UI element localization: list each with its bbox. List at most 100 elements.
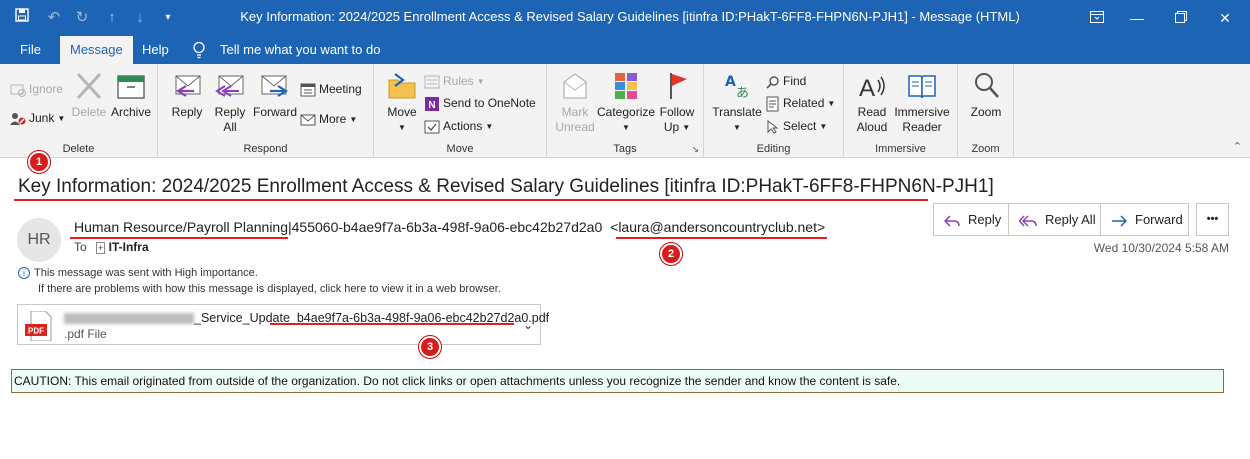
sender-line: Human Resource/Payroll Planning|455060-b… [74, 219, 825, 235]
ignore-button[interactable]: Ignore [10, 80, 63, 98]
ribbon-display-options-icon[interactable] [1080, 4, 1114, 32]
junk-button[interactable]: Junk ▼ [10, 109, 65, 127]
delete-button[interactable]: Delete [70, 70, 108, 120]
tab-help[interactable]: Help [132, 36, 179, 64]
undo-icon[interactable]: ↶ [44, 7, 64, 29]
tab-file[interactable]: File [10, 36, 51, 64]
customize-quick-access-icon[interactable]: ▾ [160, 7, 176, 29]
reply-arrow-icon [943, 215, 960, 227]
select-button[interactable]: Select ▼ [766, 117, 827, 135]
tags-group-label: Tags [613, 143, 637, 155]
tags-dialog-launcher-icon[interactable]: ↘ [691, 144, 699, 155]
sender-email[interactable]: <laura@andersoncountryclub.net> [610, 219, 825, 235]
more-actions-button[interactable]: ••• [1196, 203, 1229, 236]
translate-label: Translate [712, 105, 762, 119]
archive-icon [117, 75, 145, 99]
message-subject: Key Information: 2024/2025 Enrollment Ac… [18, 176, 994, 197]
reply-all-icon [215, 75, 244, 97]
categorize-button[interactable]: Categorize ▼ [597, 70, 655, 135]
annotation-badge-1: 1 [28, 151, 50, 173]
mark-unread-button[interactable]: Mark Unread [555, 70, 595, 135]
select-label: Select [783, 119, 817, 133]
flag-icon [670, 73, 687, 99]
mark-unread-label-2: Unread [555, 120, 595, 134]
to-label: To [74, 240, 87, 254]
mark-unread-label-1: Mark [561, 105, 589, 119]
immersive-reader-button[interactable]: Immersive Reader [892, 70, 952, 135]
minimize-icon[interactable]: — [1120, 4, 1154, 32]
respond-group-label: Respond [243, 143, 288, 155]
onenote-label: Send to OneNote [443, 96, 536, 110]
immersive-reader-icon [908, 75, 936, 99]
redo-icon[interactable]: ↻ [72, 7, 92, 29]
forward-button[interactable]: Forward [1100, 203, 1189, 236]
ribbon-tabs: File Message Help Tell me what you want … [0, 36, 1250, 65]
move-button[interactable]: Move ▼ [382, 70, 422, 135]
view-in-browser-info[interactable]: If there are problems with how this mess… [38, 283, 501, 295]
reply-all-arrow-icon [1018, 215, 1037, 227]
find-button[interactable]: Find [766, 72, 806, 90]
reply-ribbon-button[interactable]: Reply [168, 70, 206, 120]
translate-button[interactable]: Aあ Translate ▼ [710, 70, 764, 135]
annotation-underline-sender-email [616, 237, 827, 239]
meeting-button[interactable]: Meeting [300, 80, 362, 98]
zoom-group: Zoom Zoom [958, 64, 1014, 158]
editing-group: Aあ Translate ▼ Find Related ▼ Select ▼ Edit… [704, 64, 844, 158]
delete-label: Delete [71, 105, 107, 119]
related-button[interactable]: Related ▼ [766, 94, 835, 112]
reply-icon [175, 75, 201, 97]
read-aloud-label-2: Aloud [856, 120, 888, 134]
message-date: Wed 10/30/2024 5:58 AM [1093, 241, 1229, 255]
categorize-icon [615, 73, 637, 99]
previous-item-icon[interactable]: ↑ [102, 7, 122, 29]
annotation-badge-2: 2 [660, 243, 682, 265]
delete-group-label: Delete [62, 143, 95, 155]
pdf-file-icon: PDF [25, 311, 52, 341]
zoom-button[interactable]: Zoom [964, 70, 1008, 120]
junk-icon [10, 112, 26, 125]
send-to-onenote-button[interactable]: N Send to OneNote [424, 94, 536, 112]
to-line: To + IT-Infra [74, 240, 149, 254]
rules-button[interactable]: Rules ▼ [424, 72, 485, 90]
tell-me-search[interactable]: Tell me what you want to do [210, 36, 390, 64]
archive-button[interactable]: Archive [110, 70, 152, 120]
close-icon[interactable]: ✕ [1208, 4, 1242, 32]
attachment-menu-chevron-icon[interactable]: ⌄ [523, 318, 533, 332]
more-respond-button[interactable]: More ▼ [300, 110, 357, 128]
annotation-underline-attachment [270, 323, 514, 325]
reply-all-ribbon-label-1: Reply [214, 105, 246, 119]
delete-group: Ignore Junk ▼ Delete Archive Delete [0, 64, 158, 158]
avatar: HR [17, 218, 61, 262]
delete-x-icon [76, 72, 102, 100]
tab-message[interactable]: Message [60, 36, 133, 65]
next-item-icon[interactable]: ↓ [130, 7, 150, 29]
move-label: Move [387, 105, 417, 119]
collapse-ribbon-icon[interactable]: ⌃ [1233, 140, 1242, 153]
forward-ribbon-button[interactable]: Forward [252, 70, 298, 120]
lightbulb-icon [193, 41, 205, 59]
sender-name[interactable]: Human Resource/Payroll Planning [74, 219, 288, 235]
expand-recipient-icon[interactable]: + [96, 242, 106, 254]
attachment-name-redacted [64, 313, 194, 325]
reply-all-ribbon-button[interactable]: Reply All [212, 70, 248, 135]
meeting-icon [300, 83, 316, 97]
more-respond-label: More [319, 112, 347, 126]
svg-text:A: A [859, 75, 875, 102]
more-respond-icon [300, 114, 316, 126]
forward-icon [261, 75, 289, 97]
sender-suffix: |455060-b4ae9f7a-6b3a-498f-9a06-ebc42b27… [288, 219, 603, 235]
restore-icon[interactable] [1164, 4, 1198, 32]
follow-up-label-1: Follow [659, 105, 695, 119]
actions-button[interactable]: Actions ▼ [424, 117, 493, 135]
annotation-underline-subject [14, 199, 928, 201]
read-aloud-button[interactable]: A Read Aloud [852, 70, 892, 135]
junk-label: Junk [29, 111, 55, 125]
reply-button[interactable]: Reply [933, 203, 1009, 236]
follow-up-button[interactable]: Follow Up ▼ [657, 70, 697, 135]
meeting-label: Meeting [319, 82, 362, 96]
save-icon[interactable] [12, 7, 32, 29]
related-label: Related [783, 96, 825, 110]
reply-all-button[interactable]: Reply All [1008, 203, 1101, 236]
to-recipient[interactable]: IT-Infra [109, 240, 149, 254]
mark-unread-icon [563, 73, 587, 99]
